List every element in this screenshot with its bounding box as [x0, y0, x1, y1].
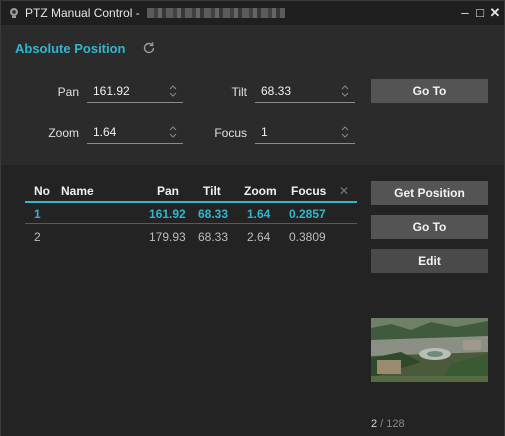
focus-value: 1 — [261, 125, 268, 139]
get-position-button[interactable]: Get Position — [371, 181, 488, 205]
cell-zoom: 2.64 — [247, 230, 271, 244]
preset-thumbnail[interactable] — [371, 318, 488, 382]
zoom-label: Zoom — [48, 126, 79, 140]
col-name[interactable]: Name — [61, 184, 94, 198]
ptz-manual-control-window: PTZ Manual Control - ‒ □ ✕ Absolute Posi… — [0, 0, 505, 436]
section-title: Absolute Position — [15, 41, 126, 56]
preset-goto-button[interactable]: Go To — [371, 215, 488, 239]
cell-zoom: 1.64 — [247, 207, 271, 221]
col-tilt[interactable]: Tilt — [203, 184, 221, 198]
cell-pan: 179.93 — [149, 230, 186, 244]
focus-label: Focus — [214, 126, 247, 140]
close-button[interactable]: ✕ — [488, 5, 502, 21]
focus-input[interactable]: 1 — [255, 122, 355, 144]
absolute-position-panel: Absolute Position Pan 161.92 Tilt 68.33 … — [1, 25, 504, 165]
total-pages: 128 — [386, 418, 405, 430]
cell-tilt: 68.33 — [198, 207, 229, 221]
tilt-input[interactable]: 68.33 — [255, 81, 355, 103]
col-pan[interactable]: Pan — [157, 184, 179, 198]
maximize-button[interactable]: □ — [473, 5, 487, 21]
camera-icon — [10, 8, 18, 18]
col-no[interactable]: No — [34, 184, 50, 198]
zoom-input[interactable]: 1.64 — [87, 122, 183, 144]
edit-button[interactable]: Edit — [371, 249, 488, 273]
cell-focus: 0.2857 — [289, 207, 326, 221]
zoom-value: 1.64 — [93, 125, 117, 139]
cell-pan: 161.92 — [149, 207, 186, 221]
preset-table-header: No Name Pan Tilt Zoom Focus ✕ — [25, 181, 357, 203]
title-bar[interactable]: PTZ Manual Control - ‒ □ ✕ — [1, 1, 504, 25]
tilt-spin-arrows-icon[interactable] — [341, 83, 349, 99]
pan-label: Pan — [57, 85, 79, 99]
tilt-value: 68.33 — [261, 84, 292, 98]
absolute-goto-button[interactable]: Go To — [371, 79, 488, 103]
refresh-icon[interactable] — [142, 41, 156, 55]
page-indicator: 2 / 128 — [371, 418, 405, 430]
page-separator: / — [377, 418, 387, 430]
pan-value: 161.92 — [93, 84, 130, 98]
focus-spin-arrows-icon[interactable] — [341, 124, 349, 140]
cell-focus: 0.3809 — [289, 230, 326, 244]
table-row[interactable]: 1 161.92 68.33 1.64 0.2857 — [25, 205, 357, 224]
window-title: PTZ Manual Control - — [25, 6, 140, 20]
pan-input[interactable]: 161.92 — [87, 81, 183, 103]
cell-no: 2 — [34, 230, 41, 244]
cell-no: 1 — [34, 207, 41, 221]
tilt-label: Tilt — [231, 85, 247, 99]
cell-tilt: 68.33 — [198, 230, 229, 244]
col-focus[interactable]: Focus — [291, 184, 326, 198]
table-row[interactable]: 2 179.93 68.33 2.64 0.3809 — [25, 227, 357, 246]
pan-spin-arrows-icon[interactable] — [169, 83, 177, 99]
zoom-spin-arrows-icon[interactable] — [169, 124, 177, 140]
minimize-button[interactable]: ‒ — [458, 5, 472, 21]
redacted-device-name — [147, 8, 285, 18]
col-zoom[interactable]: Zoom — [244, 184, 277, 198]
clear-icon[interactable]: ✕ — [339, 184, 349, 198]
